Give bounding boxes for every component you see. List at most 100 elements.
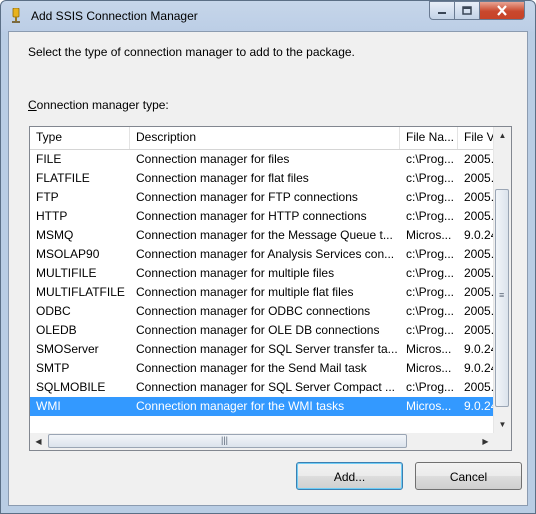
list-label-text: onnection manager type: xyxy=(36,98,169,112)
scroll-up-arrow-icon[interactable]: ▲ xyxy=(494,127,511,144)
description-cell: Connection manager for Analysis Services… xyxy=(136,247,395,261)
description-cell: Connection manager for the Message Queue… xyxy=(136,228,393,242)
type-cell: FILE xyxy=(36,152,62,166)
file-name-cell: c:\Prog... xyxy=(406,152,455,166)
description-cell: Connection manager for SQL Server transf… xyxy=(136,342,398,356)
type-cell: MULTIFILE xyxy=(36,266,97,280)
file-name-cell: Micros... xyxy=(406,228,452,242)
file-name-cell: c:\Prog... xyxy=(406,190,455,204)
type-cell: MULTIFLATFILE xyxy=(36,285,125,299)
title-bar[interactable]: Add SSIS Connection Manager xyxy=(1,1,535,31)
description-cell: Connection manager for ODBC connections xyxy=(136,304,371,318)
grip-icon: ||| xyxy=(221,435,229,445)
list-item[interactable]: MSOLAP90 Connection manager for Analysis … xyxy=(30,245,494,264)
type-cell: SQLMOBILE xyxy=(36,380,106,394)
file-version-cell: 2005. xyxy=(464,304,494,318)
list-label-accelerator: C xyxy=(28,98,37,112)
column-header-file-version[interactable]: File V xyxy=(458,127,494,149)
list-item[interactable]: SMOServer Connection manager for SQL Serv… xyxy=(30,340,494,359)
file-version-cell: 2005. xyxy=(464,209,494,223)
dialog-body: Select the type of connection manager to… xyxy=(8,31,528,506)
column-header-type[interactable]: Type xyxy=(30,127,130,149)
scroll-down-arrow-icon[interactable]: ▼ xyxy=(494,416,511,433)
close-icon xyxy=(497,5,507,16)
file-version-cell: 2005. xyxy=(464,247,494,261)
add-button[interactable]: Add... xyxy=(296,462,403,490)
file-version-cell: 2005. xyxy=(464,380,494,394)
vertical-scroll-thumb[interactable]: ≡ xyxy=(495,189,509,407)
file-name-cell: c:\Prog... xyxy=(406,266,455,280)
file-name-cell: c:\Prog... xyxy=(406,323,455,337)
connection-type-list[interactable]: Type Description File Na... File V FILE C… xyxy=(29,126,512,451)
list-item[interactable]: SMTP Connection manager for the Send Mail… xyxy=(30,359,494,378)
list-item[interactable]: SQLMOBILE Connection manager for SQL Serv… xyxy=(30,378,494,397)
file-version-cell: 9.0.24 xyxy=(464,228,494,242)
grip-icon: ≡ xyxy=(499,290,505,300)
file-version-cell: 2005. xyxy=(464,190,494,204)
description-cell: Connection manager for the WMI tasks xyxy=(136,399,345,413)
type-cell: ODBC xyxy=(36,304,71,318)
list-item[interactable]: MULTIFLATFILE Connection manager for mult… xyxy=(30,283,494,302)
file-version-cell: 2005. xyxy=(464,266,494,280)
scrollbar-corner xyxy=(494,433,511,450)
file-name-cell: c:\Prog... xyxy=(406,304,455,318)
horizontal-scrollbar[interactable]: ◀ ||| ▶ xyxy=(30,433,494,450)
vertical-scrollbar[interactable]: ▲ ≡ ▼ xyxy=(493,127,511,433)
file-version-cell: 9.0.24 xyxy=(464,342,494,356)
minimize-button[interactable] xyxy=(429,1,455,20)
file-name-cell: Micros... xyxy=(406,342,452,356)
maximize-icon xyxy=(462,6,472,15)
dialog-window: Add SSIS Connection Manager Select the t… xyxy=(0,0,536,514)
minimize-icon xyxy=(438,11,446,14)
description-cell: Connection manager for HTTP connections xyxy=(136,209,367,223)
file-version-cell: 9.0.24 xyxy=(464,399,494,413)
list-item[interactable]: MULTIFILE Connection manager for multiple… xyxy=(30,264,494,283)
list-item[interactable]: FILE Connection manager for files c:\Prog.… xyxy=(30,150,494,169)
file-name-cell: Micros... xyxy=(406,361,452,375)
list-item[interactable]: HTTP Connection manager for HTTP connecti… xyxy=(30,207,494,226)
scroll-right-arrow-icon[interactable]: ▶ xyxy=(477,433,494,450)
window-title: Add SSIS Connection Manager xyxy=(31,9,198,23)
file-name-cell: c:\Prog... xyxy=(406,285,455,299)
description-cell: Connection manager for OLE DB connection… xyxy=(136,323,380,337)
type-cell: MSOLAP90 xyxy=(36,247,100,261)
type-cell: MSMQ xyxy=(36,228,74,242)
list-item[interactable]: OLEDB Connection manager for OLE DB conne… xyxy=(30,321,494,340)
type-cell: WMI xyxy=(36,399,61,413)
description-cell: Connection manager for the Send Mail tas… xyxy=(136,361,367,375)
list-header: Type Description File Na... File V xyxy=(30,127,494,150)
cancel-button[interactable]: Cancel xyxy=(415,462,522,490)
file-version-cell: 9.0.24 xyxy=(464,361,494,375)
type-cell: FTP xyxy=(36,190,59,204)
scroll-left-arrow-icon[interactable]: ◀ xyxy=(30,433,47,450)
file-version-cell: 2005. xyxy=(464,323,494,337)
maximize-button[interactable] xyxy=(455,1,480,20)
description-cell: Connection manager for flat files xyxy=(136,171,309,185)
horizontal-scroll-thumb[interactable]: ||| xyxy=(48,434,407,448)
file-name-cell: Micros... xyxy=(406,399,452,413)
file-version-cell: 2005. xyxy=(464,171,494,185)
list-item[interactable]: MSMQ Connection manager for the Message Q… xyxy=(30,226,494,245)
file-name-cell: c:\Prog... xyxy=(406,380,455,394)
description-cell: Connection manager for multiple flat fil… xyxy=(136,285,354,299)
file-name-cell: c:\Prog... xyxy=(406,209,455,223)
file-name-cell: c:\Prog... xyxy=(406,171,455,185)
instruction-text: Select the type of connection manager to… xyxy=(28,45,355,59)
column-header-description[interactable]: Description xyxy=(130,127,400,149)
type-cell: OLEDB xyxy=(36,323,77,337)
type-cell: HTTP xyxy=(36,209,68,223)
close-button[interactable] xyxy=(480,1,525,20)
list-item[interactable]: WMI Connection manager for the WMI tasks M… xyxy=(30,397,494,416)
description-cell: Connection manager for multiple files xyxy=(136,266,335,280)
list-item[interactable]: FLATFILE Connection manager for flat file… xyxy=(30,169,494,188)
column-header-file-name[interactable]: File Na... xyxy=(400,127,458,149)
list-item[interactable]: ODBC Connection manager for ODBC connecti… xyxy=(30,302,494,321)
list-item[interactable]: FTP Connection manager for FTP connection… xyxy=(30,188,494,207)
file-version-cell: 2005. xyxy=(464,285,494,299)
description-cell: Connection manager for files xyxy=(136,152,290,166)
list-label: Connection manager type: xyxy=(28,98,169,112)
list-rows: FILE Connection manager for files c:\Prog.… xyxy=(30,150,494,416)
type-cell: SMTP xyxy=(36,361,70,375)
file-name-cell: c:\Prog... xyxy=(406,247,455,261)
description-cell: Connection manager for SQL Server Compac… xyxy=(136,380,396,394)
